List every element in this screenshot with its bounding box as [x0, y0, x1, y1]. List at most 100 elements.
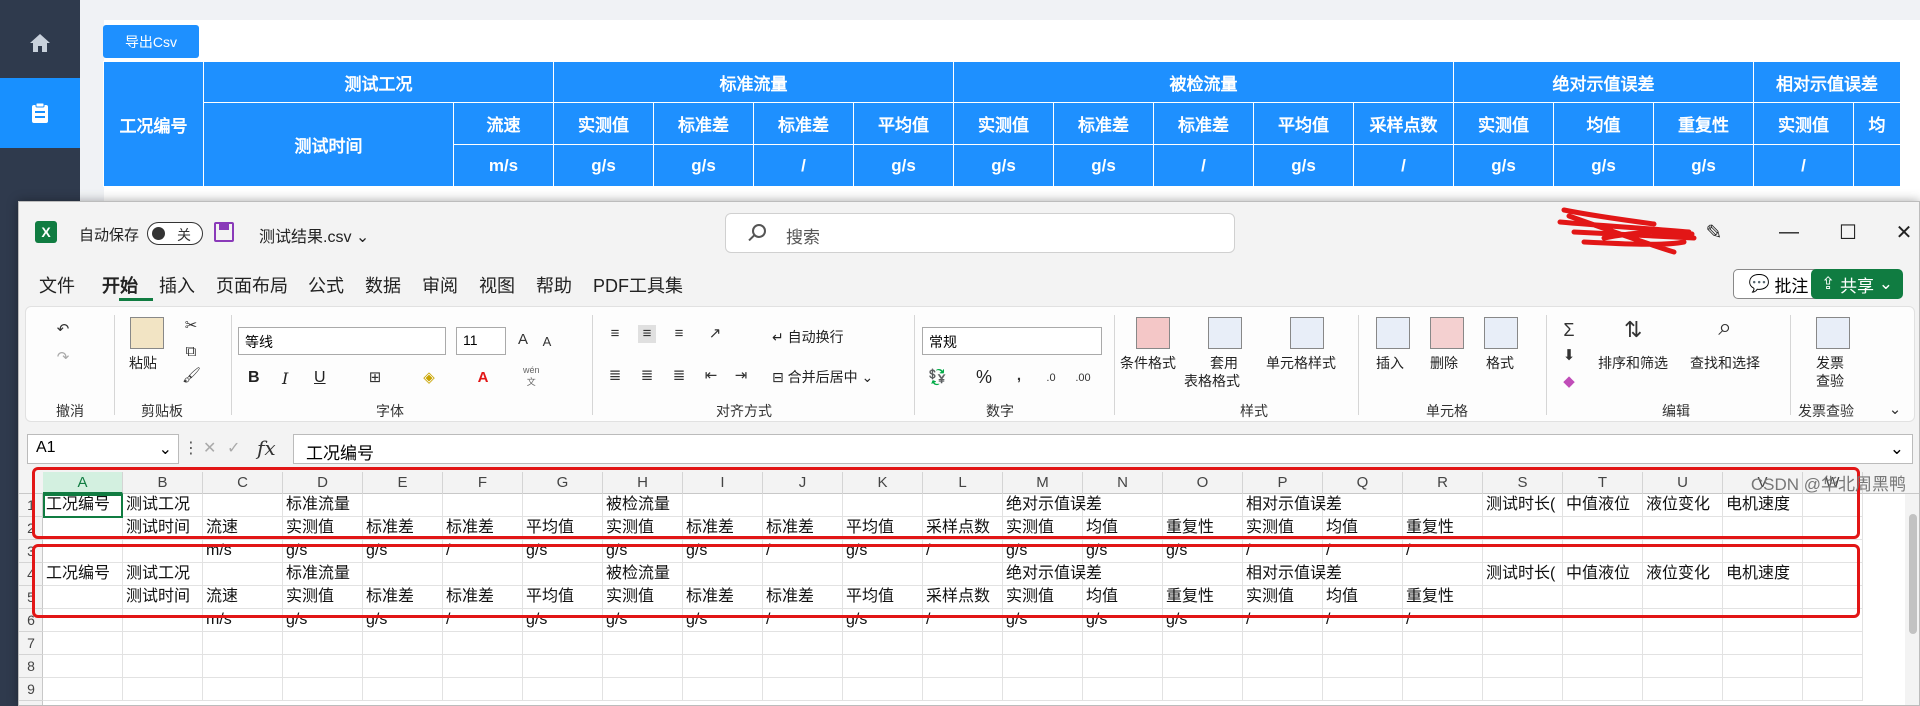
- grid-cell[interactable]: [203, 655, 283, 678]
- insert-cells-label[interactable]: 插入: [1376, 353, 1404, 373]
- grid-cell[interactable]: [923, 678, 1003, 701]
- menu-help[interactable]: 帮助: [536, 272, 572, 298]
- increase-decimal-icon[interactable]: .0: [1042, 369, 1060, 387]
- find-select-label[interactable]: 查找和选择: [1690, 353, 1760, 373]
- clear-icon[interactable]: ◆: [1560, 373, 1578, 391]
- vertical-scrollbar[interactable]: [1905, 494, 1919, 705]
- grid-cell[interactable]: [1243, 632, 1323, 655]
- delete-cells-label[interactable]: 删除: [1430, 353, 1458, 373]
- row-header[interactable]: 8: [19, 655, 43, 678]
- grid-cell[interactable]: [1803, 678, 1863, 701]
- minimize-button[interactable]: —: [1766, 214, 1812, 250]
- merge-center-button[interactable]: ⊟ 合并后居中 ⌄: [772, 367, 873, 387]
- delete-cells-icon[interactable]: [1430, 317, 1464, 349]
- phonetic-icon[interactable]: wén 文: [523, 365, 540, 388]
- share-button[interactable]: ⇪ 共享 ⌄: [1811, 269, 1903, 299]
- wrap-text-button[interactable]: ↵ 自动换行: [772, 327, 844, 347]
- grid-cell[interactable]: [1803, 632, 1863, 655]
- grid-cell[interactable]: [123, 678, 203, 701]
- grid-cell[interactable]: [1003, 632, 1083, 655]
- grid-cell[interactable]: [1643, 655, 1723, 678]
- grid-cell[interactable]: [923, 655, 1003, 678]
- font-color-icon[interactable]: A: [474, 369, 492, 387]
- grid-cell[interactable]: [763, 678, 843, 701]
- grid-cell[interactable]: [203, 632, 283, 655]
- grid-cell[interactable]: [843, 655, 923, 678]
- increase-font-icon[interactable]: A: [514, 331, 532, 349]
- file-name[interactable]: 测试结果.csv ⌄: [259, 223, 369, 247]
- grid-cell[interactable]: [1403, 678, 1483, 701]
- function-icon[interactable]: fx: [257, 436, 276, 460]
- cell-style-icon[interactable]: [1290, 317, 1324, 349]
- cell-style-label[interactable]: 单元格样式: [1266, 353, 1336, 373]
- grid-cell[interactable]: [1243, 655, 1323, 678]
- save-icon[interactable]: [214, 222, 234, 242]
- grid-cell[interactable]: [1403, 632, 1483, 655]
- export-csv-button[interactable]: 导出Csv: [103, 25, 199, 58]
- scrollbar-thumb[interactable]: [1909, 514, 1917, 634]
- grid-cell[interactable]: [1243, 678, 1323, 701]
- grid-cell[interactable]: [1403, 655, 1483, 678]
- redo-icon[interactable]: ↷: [54, 349, 72, 367]
- insert-cells-icon[interactable]: [1376, 317, 1410, 349]
- grid-cell[interactable]: [443, 678, 523, 701]
- comma-style-icon[interactable]: ,: [1010, 367, 1028, 385]
- grid-cell[interactable]: [123, 655, 203, 678]
- grid-cell[interactable]: [1483, 678, 1563, 701]
- cancel-icon[interactable]: ✕: [203, 438, 216, 458]
- nav-report-button[interactable]: [0, 78, 80, 148]
- grid-cell[interactable]: [763, 632, 843, 655]
- grid-cell[interactable]: [43, 632, 123, 655]
- font-size-select[interactable]: 11: [456, 327, 506, 355]
- grid-cell[interactable]: [1723, 655, 1803, 678]
- table-format-label-2[interactable]: 表格格式: [1184, 371, 1240, 391]
- search-box[interactable]: 搜索: [725, 213, 1235, 253]
- cut-icon[interactable]: ✂: [182, 317, 200, 335]
- more-icon[interactable]: ⋮: [183, 438, 199, 458]
- autosave-toggle[interactable]: 关: [147, 222, 203, 245]
- maximize-button[interactable]: ☐: [1825, 214, 1871, 250]
- find-select-icon[interactable]: ⌕: [1716, 316, 1734, 340]
- decrease-indent-icon[interactable]: ⇤: [702, 367, 720, 385]
- align-top-icon[interactable]: ≡: [606, 325, 624, 343]
- nav-home-button[interactable]: [0, 8, 80, 78]
- menu-page-layout[interactable]: 页面布局: [216, 272, 288, 298]
- align-right-icon[interactable]: ≣: [670, 367, 688, 385]
- grid-cell[interactable]: [843, 678, 923, 701]
- grid-cell[interactable]: [1323, 655, 1403, 678]
- grid-cell[interactable]: [1083, 655, 1163, 678]
- paste-icon[interactable]: [130, 317, 164, 349]
- grid-cell[interactable]: [683, 678, 763, 701]
- grid-cell[interactable]: [1003, 655, 1083, 678]
- fill-icon[interactable]: ⬇: [1560, 347, 1578, 365]
- grid-cell[interactable]: [683, 632, 763, 655]
- grid-cell[interactable]: [763, 655, 843, 678]
- grid-cell[interactable]: [443, 632, 523, 655]
- format-cells-label[interactable]: 格式: [1486, 353, 1514, 373]
- decrease-decimal-icon[interactable]: .00: [1074, 369, 1092, 387]
- grid-cell[interactable]: [1643, 678, 1723, 701]
- table-format-icon[interactable]: [1208, 317, 1242, 349]
- grid-cell[interactable]: [363, 678, 443, 701]
- grid-cell[interactable]: [283, 655, 363, 678]
- format-cells-icon[interactable]: [1484, 317, 1518, 349]
- underline-button[interactable]: U: [314, 369, 326, 387]
- grid-cell[interactable]: [603, 678, 683, 701]
- grid-cell[interactable]: [1723, 678, 1803, 701]
- menu-home[interactable]: 开始: [102, 272, 138, 298]
- menu-formulas[interactable]: 公式: [308, 272, 344, 298]
- align-center-icon[interactable]: ≣: [638, 367, 656, 385]
- grid-cell[interactable]: [1803, 655, 1863, 678]
- menu-file[interactable]: 文件: [39, 272, 75, 298]
- grid-cell[interactable]: [43, 655, 123, 678]
- grid-cell[interactable]: [1563, 632, 1643, 655]
- grid-cell[interactable]: [603, 632, 683, 655]
- table-format-label-1[interactable]: 套用: [1210, 353, 1238, 373]
- grid-cell[interactable]: [1323, 632, 1403, 655]
- grid-cell[interactable]: [1643, 632, 1723, 655]
- grid-cell[interactable]: [283, 678, 363, 701]
- collapse-ribbon-icon[interactable]: ⌄: [1886, 401, 1904, 419]
- orientation-icon[interactable]: ↗: [706, 325, 724, 343]
- row-header[interactable]: 9: [19, 678, 43, 701]
- conditional-format-label[interactable]: 条件格式: [1120, 353, 1176, 373]
